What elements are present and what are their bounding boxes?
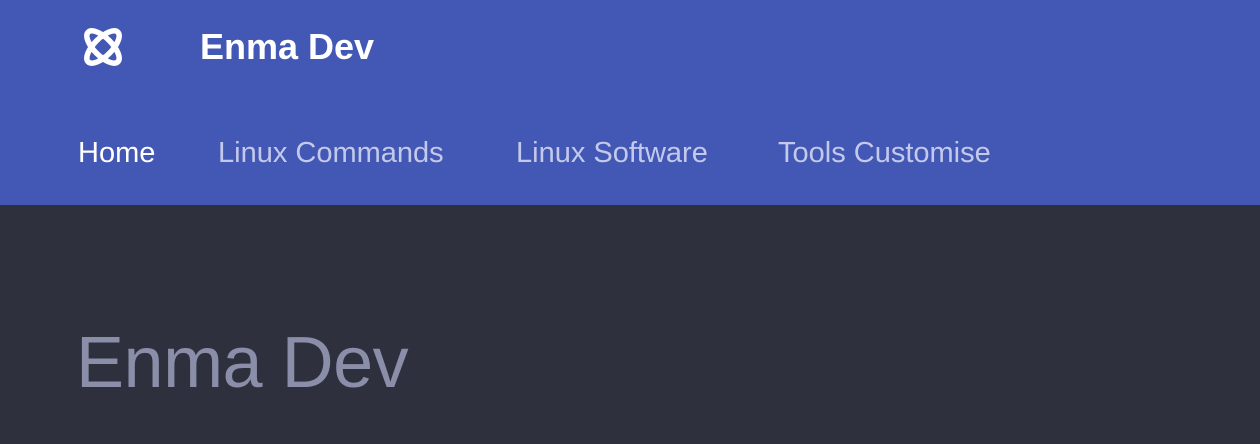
interlocking-rings-logo-icon xyxy=(84,28,122,66)
site-header: Enma Dev Home Linux Commands Linux Softw… xyxy=(0,0,1260,205)
header-topbar: Enma Dev xyxy=(0,0,1260,96)
main-content: Enma Dev xyxy=(0,205,1260,444)
tab-tools-customise[interactable]: Tools Customise xyxy=(778,136,991,170)
nav-tabs: Home Linux Commands Linux Software Tools… xyxy=(0,96,1260,205)
logo-icon[interactable] xyxy=(76,20,130,74)
page-title: Enma Dev xyxy=(76,323,409,403)
tab-linux-commands[interactable]: Linux Commands xyxy=(218,136,444,170)
site-title-link[interactable]: Enma Dev xyxy=(200,27,374,67)
tab-linux-software[interactable]: Linux Software xyxy=(516,136,708,170)
tab-home[interactable]: Home xyxy=(78,136,155,170)
